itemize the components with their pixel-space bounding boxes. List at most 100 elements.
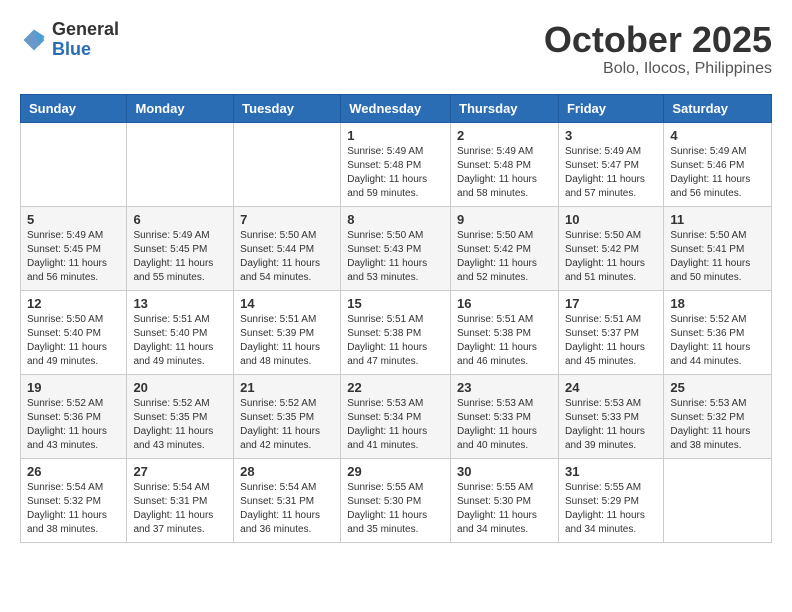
col-header-tuesday: Tuesday [234, 94, 341, 122]
col-header-thursday: Thursday [451, 94, 559, 122]
day-info: Sunrise: 5:51 AM Sunset: 5:38 PM Dayligh… [457, 313, 552, 369]
calendar-table: SundayMondayTuesdayWednesdayThursdayFrid… [20, 94, 772, 543]
calendar-cell: 29Sunrise: 5:55 AM Sunset: 5:30 PM Dayli… [341, 458, 451, 542]
calendar-cell: 16 Sunrise: 5:51 AM Sunset: 5:38 PM Dayli… [451, 290, 559, 374]
day-number: 3 [565, 128, 657, 143]
day-number: 26 [27, 464, 120, 479]
day-info: Sunrise: 5:55 AM Sunset: 5:30 PM Dayligh… [457, 481, 552, 537]
day-number: 8 [347, 212, 444, 227]
col-header-sunday: Sunday [21, 94, 127, 122]
calendar-cell: 14 Sunrise: 5:51 AM Sunset: 5:39 PM Dayli… [234, 290, 341, 374]
calendar-cell: 20 Sunrise: 5:52 AM Sunset: 5:35 PM Dayli… [127, 374, 234, 458]
day-number: 22 [347, 380, 444, 395]
calendar-cell: 21 Sunrise: 5:52 AM Sunset: 5:35 PM Dayli… [234, 374, 341, 458]
calendar-cell: 6 Sunrise: 5:49 AM Sunset: 5:45 PM Daylig… [127, 206, 234, 290]
calendar-cell: 15 Sunrise: 5:51 AM Sunset: 5:38 PM Dayli… [341, 290, 451, 374]
day-info: Sunrise: 5:50 AM Sunset: 5:43 PM Dayligh… [347, 229, 444, 285]
day-info: Sunrise: 5:54 AM Sunset: 5:31 PM Dayligh… [133, 481, 227, 537]
calendar-week-row: 1 Sunrise: 5:49 AM Sunset: 5:48 PM Daylig… [21, 122, 772, 206]
day-number: 25 [670, 380, 765, 395]
logo-general: General [52, 20, 119, 40]
day-number: 28 [240, 464, 334, 479]
day-info: Sunrise: 5:49 AM Sunset: 5:48 PM Dayligh… [457, 145, 552, 201]
day-number: 30 [457, 464, 552, 479]
calendar-cell [127, 122, 234, 206]
calendar-cell [664, 458, 772, 542]
calendar-cell: 12Sunrise: 5:50 AM Sunset: 5:40 PM Dayli… [21, 290, 127, 374]
day-number: 29 [347, 464, 444, 479]
day-number: 10 [565, 212, 657, 227]
day-number: 17 [565, 296, 657, 311]
day-number: 1 [347, 128, 444, 143]
day-number: 20 [133, 380, 227, 395]
day-number: 5 [27, 212, 120, 227]
day-number: 7 [240, 212, 334, 227]
calendar-cell: 7 Sunrise: 5:50 AM Sunset: 5:44 PM Daylig… [234, 206, 341, 290]
calendar-cell: 13Sunrise: 5:51 AM Sunset: 5:40 PM Dayli… [127, 290, 234, 374]
day-info: Sunrise: 5:52 AM Sunset: 5:36 PM Dayligh… [27, 397, 120, 453]
calendar-cell: 10 Sunrise: 5:50 AM Sunset: 5:42 PM Dayli… [558, 206, 663, 290]
calendar-cell: 31 Sunrise: 5:55 AM Sunset: 5:29 PM Dayli… [558, 458, 663, 542]
day-number: 11 [670, 212, 765, 227]
calendar-cell [21, 122, 127, 206]
day-number: 21 [240, 380, 334, 395]
calendar-week-row: 5 Sunrise: 5:49 AM Sunset: 5:45 PM Daylig… [21, 206, 772, 290]
calendar-cell: 30 Sunrise: 5:55 AM Sunset: 5:30 PM Dayli… [451, 458, 559, 542]
calendar-cell: 27Sunrise: 5:54 AM Sunset: 5:31 PM Dayli… [127, 458, 234, 542]
day-number: 16 [457, 296, 552, 311]
day-number: 6 [133, 212, 227, 227]
calendar-cell: 22 Sunrise: 5:53 AM Sunset: 5:34 PM Dayli… [341, 374, 451, 458]
day-number: 14 [240, 296, 334, 311]
day-info: Sunrise: 5:49 AM Sunset: 5:45 PM Dayligh… [27, 229, 120, 285]
calendar-cell: 23Sunrise: 5:53 AM Sunset: 5:33 PM Dayli… [451, 374, 559, 458]
calendar-cell: 2 Sunrise: 5:49 AM Sunset: 5:48 PM Daylig… [451, 122, 559, 206]
day-info: Sunrise: 5:51 AM Sunset: 5:38 PM Dayligh… [347, 313, 444, 369]
day-info: Sunrise: 5:51 AM Sunset: 5:37 PM Dayligh… [565, 313, 657, 369]
day-info: Sunrise: 5:51 AM Sunset: 5:39 PM Dayligh… [240, 313, 334, 369]
day-info: Sunrise: 5:50 AM Sunset: 5:42 PM Dayligh… [565, 229, 657, 285]
calendar-cell: 3 Sunrise: 5:49 AM Sunset: 5:47 PM Daylig… [558, 122, 663, 206]
calendar-cell: 18Sunrise: 5:52 AM Sunset: 5:36 PM Dayli… [664, 290, 772, 374]
calendar-cell: 4 Sunrise: 5:49 AM Sunset: 5:46 PM Daylig… [664, 122, 772, 206]
day-number: 9 [457, 212, 552, 227]
day-info: Sunrise: 5:52 AM Sunset: 5:36 PM Dayligh… [670, 313, 765, 369]
day-number: 4 [670, 128, 765, 143]
day-info: Sunrise: 5:53 AM Sunset: 5:34 PM Dayligh… [347, 397, 444, 453]
calendar-cell [234, 122, 341, 206]
col-header-saturday: Saturday [664, 94, 772, 122]
day-number: 24 [565, 380, 657, 395]
day-info: Sunrise: 5:55 AM Sunset: 5:29 PM Dayligh… [565, 481, 657, 537]
day-info: Sunrise: 5:53 AM Sunset: 5:33 PM Dayligh… [457, 397, 552, 453]
day-info: Sunrise: 5:50 AM Sunset: 5:41 PM Dayligh… [670, 229, 765, 285]
day-number: 12 [27, 296, 120, 311]
calendar-cell: 8 Sunrise: 5:50 AM Sunset: 5:43 PM Daylig… [341, 206, 451, 290]
calendar-cell: 24 Sunrise: 5:53 AM Sunset: 5:33 PM Dayli… [558, 374, 663, 458]
day-info: Sunrise: 5:53 AM Sunset: 5:33 PM Dayligh… [565, 397, 657, 453]
calendar-cell: 28Sunrise: 5:54 AM Sunset: 5:31 PM Dayli… [234, 458, 341, 542]
calendar-cell: 9 Sunrise: 5:50 AM Sunset: 5:42 PM Daylig… [451, 206, 559, 290]
day-info: Sunrise: 5:50 AM Sunset: 5:42 PM Dayligh… [457, 229, 552, 285]
day-info: Sunrise: 5:52 AM Sunset: 5:35 PM Dayligh… [133, 397, 227, 453]
calendar-cell: 17 Sunrise: 5:51 AM Sunset: 5:37 PM Dayli… [558, 290, 663, 374]
col-header-friday: Friday [558, 94, 663, 122]
day-info: Sunrise: 5:49 AM Sunset: 5:47 PM Dayligh… [565, 145, 657, 201]
logo: General Blue [20, 20, 119, 60]
day-number: 15 [347, 296, 444, 311]
day-info: Sunrise: 5:49 AM Sunset: 5:46 PM Dayligh… [670, 145, 765, 201]
location: Bolo, Ilocos, Philippines [544, 60, 772, 78]
day-number: 2 [457, 128, 552, 143]
logo-blue: Blue [52, 40, 119, 60]
day-info: Sunrise: 5:53 AM Sunset: 5:32 PM Dayligh… [670, 397, 765, 453]
col-header-wednesday: Wednesday [341, 94, 451, 122]
day-info: Sunrise: 5:54 AM Sunset: 5:32 PM Dayligh… [27, 481, 120, 537]
day-info: Sunrise: 5:49 AM Sunset: 5:45 PM Dayligh… [133, 229, 227, 285]
day-info: Sunrise: 5:52 AM Sunset: 5:35 PM Dayligh… [240, 397, 334, 453]
day-info: Sunrise: 5:50 AM Sunset: 5:44 PM Dayligh… [240, 229, 334, 285]
calendar-cell: 11 Sunrise: 5:50 AM Sunset: 5:41 PM Dayli… [664, 206, 772, 290]
calendar-cell: 5 Sunrise: 5:49 AM Sunset: 5:45 PM Daylig… [21, 206, 127, 290]
day-number: 19 [27, 380, 120, 395]
calendar-cell: 1Sunrise: 5:49 AM Sunset: 5:48 PM Daylig… [341, 122, 451, 206]
day-number: 31 [565, 464, 657, 479]
day-number: 13 [133, 296, 227, 311]
title-block: October 2025 Bolo, Ilocos, Philippines [544, 20, 772, 78]
